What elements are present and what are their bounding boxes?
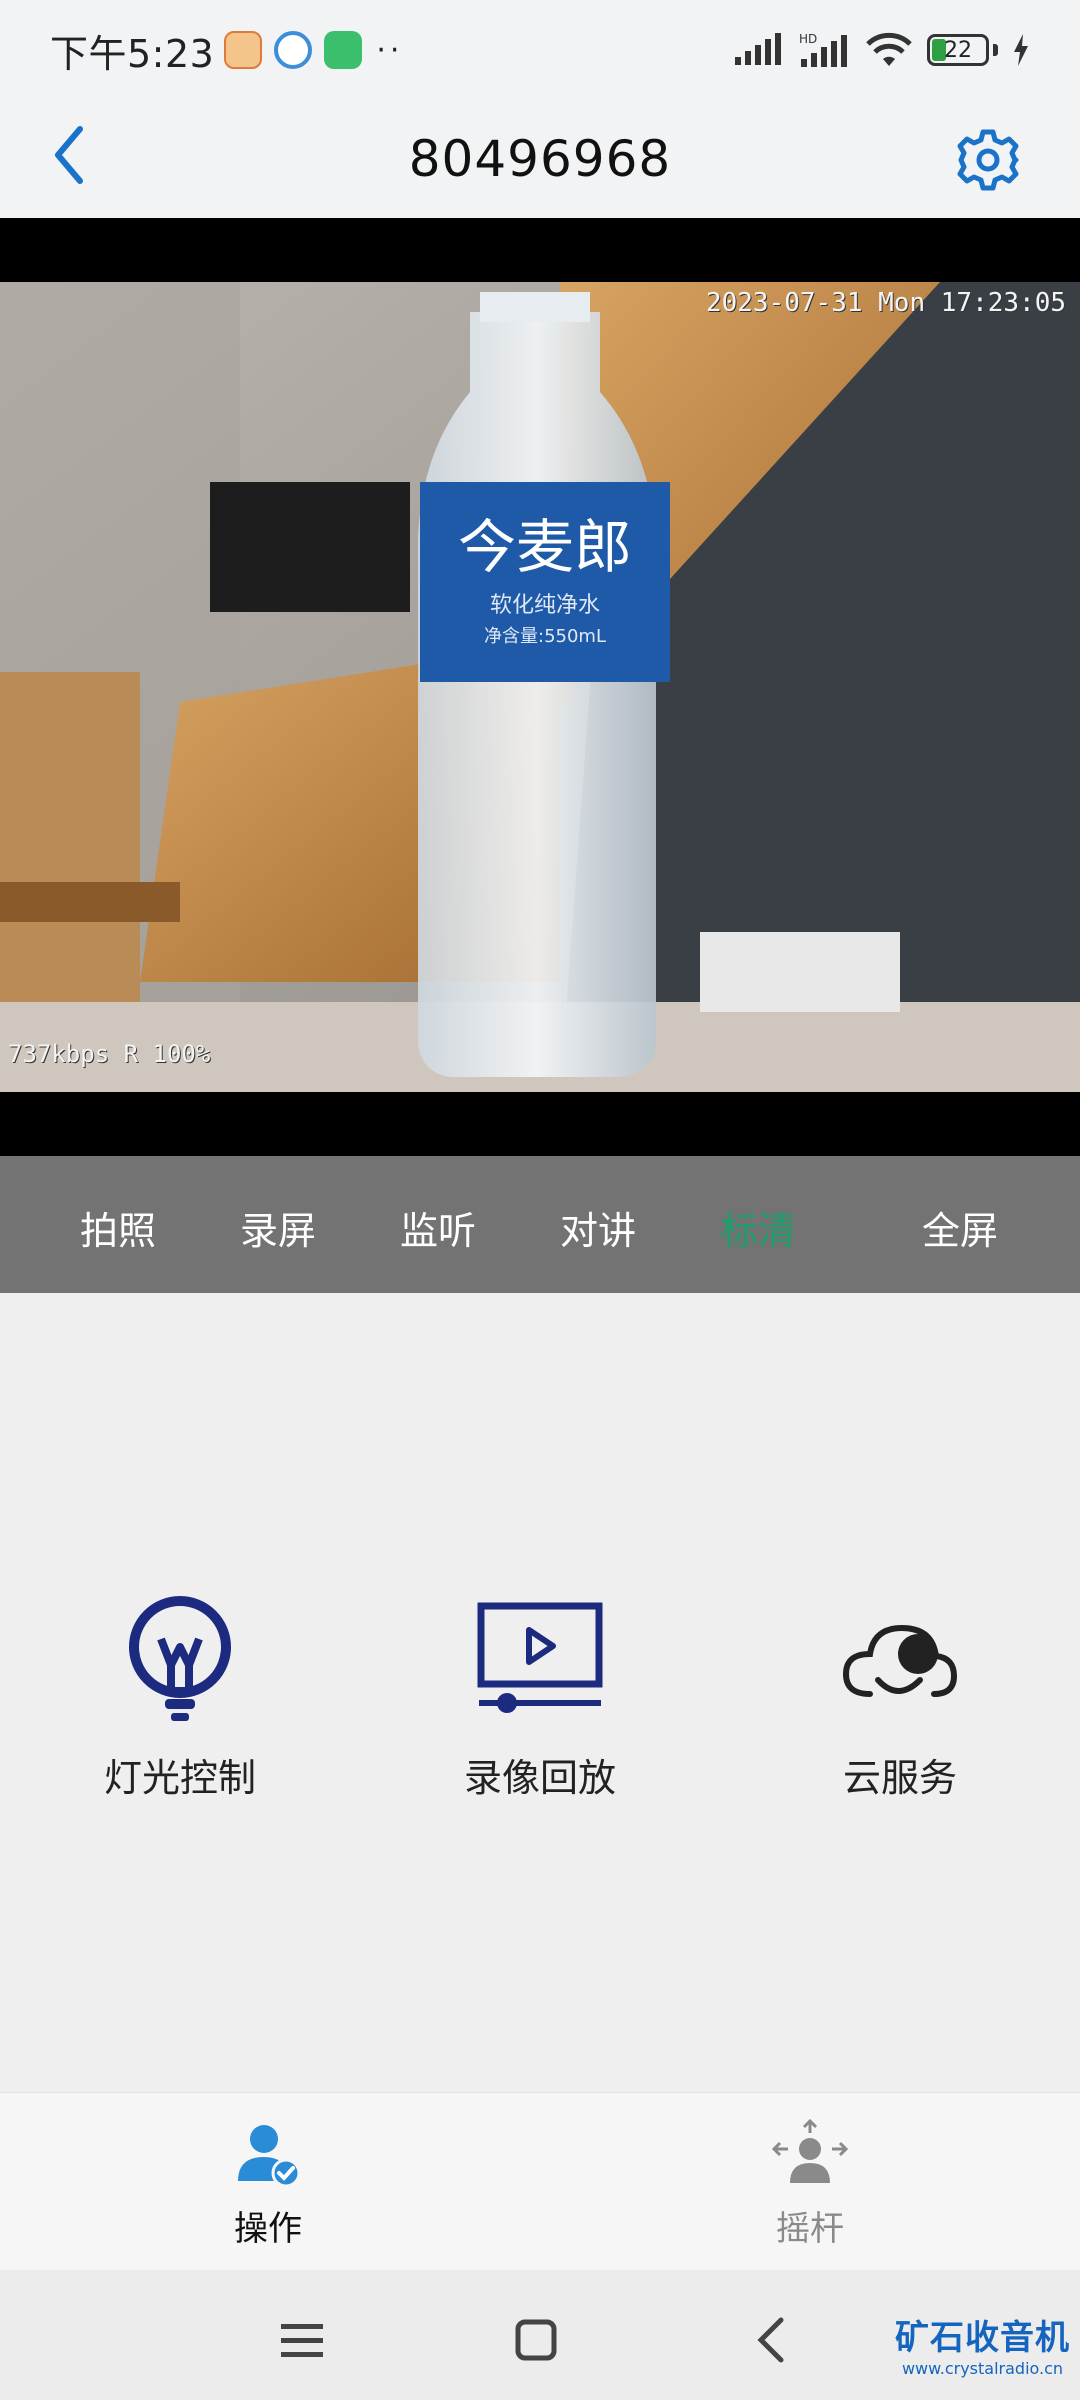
fullscreen-button[interactable]: 全屏 — [922, 1200, 998, 1255]
light-control-button[interactable]: 灯光控制 — [50, 1595, 310, 1802]
bottle-subtext: 软化纯净水 — [490, 593, 600, 618]
back-triangle-icon — [757, 2317, 784, 2363]
battery-level: 22 — [944, 37, 972, 63]
chevron-left-icon — [55, 126, 83, 184]
battery-icon: 22 — [927, 34, 989, 66]
bottom-tab-bar: 操作 摇杆 — [0, 2092, 1080, 2270]
watermark-main: 矿石收音机 — [895, 2318, 1070, 2358]
gear-icon — [957, 129, 1019, 191]
app-icon-2 — [274, 31, 313, 69]
status-right: HD 22 — [733, 31, 1030, 69]
video-playback-icon — [410, 1595, 670, 1725]
menu-nav-button[interactable] — [272, 2310, 332, 2370]
bottle-brand: 今麦郎 — [458, 515, 632, 580]
video-player[interactable]: 今麦郎 软化纯净水 净含量:550mL 2023-07-31 Mon 17:23… — [0, 218, 1080, 1156]
quality-sd-button[interactable]: 标清 — [720, 1200, 796, 1255]
system-nav-bar: 矿石收音机 www.crystalradio.cn — [0, 2270, 1080, 2400]
tab-joystick-label: 摇杆 — [776, 2209, 844, 2249]
video-playback-button[interactable]: 录像回放 — [410, 1595, 670, 1802]
record-screen-button[interactable]: 录屏 — [240, 1200, 316, 1255]
settings-button[interactable] — [948, 120, 1028, 200]
menu-icon — [281, 2324, 323, 2357]
cloud-service-label: 云服务 — [842, 1756, 957, 1800]
tab-operation[interactable]: 操作 — [168, 2119, 368, 2250]
home-nav-button[interactable] — [506, 2310, 566, 2370]
signal-icon — [735, 33, 781, 65]
home-square-icon — [515, 2319, 557, 2361]
camera-feed[interactable]: 今麦郎 软化纯净水 净含量:550mL 2023-07-31 Mon 17:23… — [0, 282, 1080, 1092]
app-icon-3 — [324, 31, 363, 69]
snapshot-button[interactable]: 拍照 — [80, 1200, 156, 1255]
cloud-service-button[interactable]: 云服务 — [770, 1595, 1030, 1802]
watermark: 矿石收音机 www.crystalradio.cn — [895, 2310, 1070, 2378]
back-button[interactable] — [52, 120, 112, 190]
light-control-label: 灯光控制 — [103, 1756, 256, 1800]
app-icon-1 — [224, 31, 263, 69]
charging-icon — [1014, 34, 1028, 66]
bottle-volume: 净含量:550mL — [484, 626, 606, 647]
lightbulb-icon — [50, 1595, 310, 1725]
camera-scene: 今麦郎 软化纯净水 净含量:550mL — [0, 282, 1080, 1092]
video-bitrate: 737kbps R 100% — [8, 1040, 211, 1068]
joystick-icon — [771, 2118, 849, 2183]
video-controls: 拍照 录屏 监听 对讲 标清 全屏 — [0, 1156, 1080, 1293]
listen-button[interactable]: 监听 — [400, 1200, 476, 1255]
page-title: 80496968 — [408, 130, 672, 188]
intercom-button[interactable]: 对讲 — [560, 1200, 636, 1255]
status-time: 下午5:23 — [50, 31, 215, 76]
wifi-icon — [866, 32, 912, 66]
signal-hd-icon: HD — [799, 32, 847, 67]
notification-icons — [224, 31, 363, 69]
status-bar: 下午5:23 ·· HD 22 — [0, 0, 1080, 100]
user-check-icon — [238, 2125, 301, 2188]
video-timestamp: 2023-07-31 Mon 17:23:05 — [705, 288, 1066, 318]
back-nav-button[interactable] — [740, 2310, 800, 2370]
screen: 下午5:23 ·· HD 22 80496968 今麦郎 软化纯净水 净含量:5… — [0, 0, 1080, 2400]
tab-operation-label: 操作 — [234, 2209, 302, 2249]
svg-text:HD: HD — [799, 32, 817, 46]
watermark-sub: www.crystalradio.cn — [901, 2359, 1064, 2378]
more-notifications-indicator: ·· — [376, 32, 404, 68]
tab-joystick[interactable]: 摇杆 — [710, 2118, 910, 2250]
cloud-icon — [770, 1595, 1030, 1725]
app-header: 80496968 — [0, 100, 1080, 218]
video-playback-label: 录像回放 — [463, 1756, 616, 1800]
battery-tip — [993, 44, 998, 56]
